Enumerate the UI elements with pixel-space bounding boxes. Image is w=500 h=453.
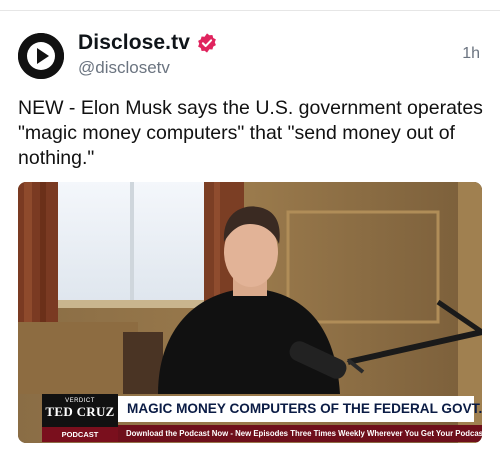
disclosetv-logo-icon <box>18 33 64 79</box>
timestamp[interactable]: 1h <box>462 45 480 63</box>
video-ticker: Download the Podcast Now - New Episodes … <box>118 425 482 442</box>
top-divider <box>0 0 500 11</box>
video-media[interactable]: VERDICT TED CRUZ PODCAST MAGIC MONEY COM… <box>18 182 482 443</box>
author-row: Disclose.tv <box>78 31 218 55</box>
badge-podcast: PODCAST <box>42 427 118 442</box>
badge-name: TED CRUZ <box>45 404 115 419</box>
podcast-badge: VERDICT TED CRUZ PODCAST <box>42 394 118 442</box>
handle[interactable]: @disclosetv <box>78 58 170 78</box>
post-text: NEW - Elon Musk says the U.S. government… <box>18 97 483 169</box>
avatar[interactable] <box>18 33 64 79</box>
video-headline: MAGIC MONEY COMPUTERS OF THE FEDERAL GOV… <box>118 396 482 422</box>
lower-third: VERDICT TED CRUZ PODCAST MAGIC MONEY COM… <box>18 394 482 443</box>
verified-badge-icon <box>198 33 216 53</box>
display-name[interactable]: Disclose.tv <box>78 31 190 55</box>
